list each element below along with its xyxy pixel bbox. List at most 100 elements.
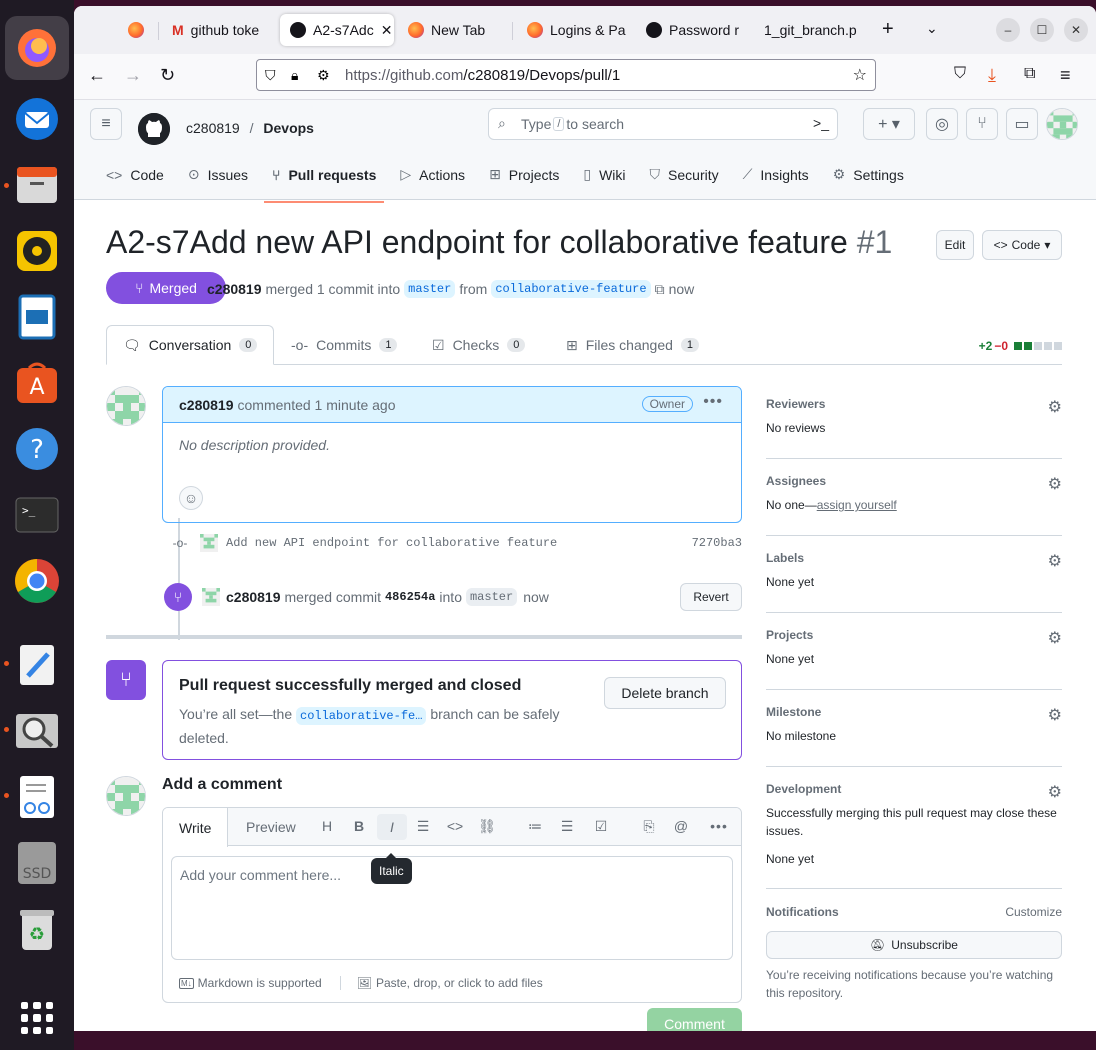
app-center-dock-icon[interactable]: A [12,358,62,408]
comment-author[interactable]: c280819 [179,397,234,413]
quote-icon[interactable]: ☰ [413,818,433,835]
gear-icon[interactable]: ⚙ [1048,628,1062,648]
unsubscribe-button[interactable]: 🔕︎ Unsubscribe [766,931,1062,959]
thunderbird-dock-icon[interactable] [12,94,62,144]
hamburger-menu-icon[interactable]: ≡ [90,108,122,140]
copy-icon[interactable]: ⧉ [655,281,665,298]
search-input[interactable]: ⌕ Type / to search >_ [488,108,838,140]
nav-insights[interactable]: ⟋ Insights [735,158,817,191]
browser-tab-4[interactable]: New Tab [398,14,510,46]
url-text[interactable]: https://github.com/c280819/Devops/pull/1 [345,67,620,84]
nav-security[interactable]: ⛉ Security [642,158,727,191]
extensions-icon[interactable]: ⧉ [1024,65,1035,83]
issues-icon[interactable]: ◎ [926,108,958,140]
gear-icon[interactable]: ⚙ [1048,551,1062,571]
help-dock-icon[interactable]: ? [12,424,62,474]
terminal-dock-icon[interactable]: >_ [12,490,62,540]
mention-icon[interactable]: @ [671,818,691,834]
firefox-dock-icon[interactable] [5,16,69,80]
author-link[interactable]: c280819 [207,281,262,297]
owner-link[interactable]: c280819 [186,120,240,136]
nav-code[interactable]: <> Code [98,158,172,191]
markdown-help-link[interactable]: M↓ Markdown is supported [179,976,341,990]
new-tab-icon[interactable]: + [882,18,894,41]
repo-link[interactable]: Devops [263,120,314,136]
submit-comment-button[interactable]: Comment [647,1008,742,1031]
create-new-dropdown[interactable]: + ▾ [863,108,915,140]
close-window-icon[interactable]: ✕ [1064,18,1088,42]
customize-link[interactable]: Customize [1005,905,1062,919]
tab-conversation[interactable]: 🗨︎ Conversation 0 [106,325,275,365]
forward-arrow-icon[interactable]: → [124,65,142,86]
browser-tab-5[interactable]: Logins & Pa [517,14,627,46]
assign-yourself-link[interactable]: assign yourself [817,498,897,512]
gear-icon[interactable]: ⚙ [1048,397,1062,417]
tab-commits[interactable]: -o- Commits 1 [291,325,398,365]
commenter-avatar[interactable] [106,386,146,426]
delete-branch-button[interactable]: Delete branch [604,677,726,709]
gear-icon[interactable]: ⚙ [1048,705,1062,725]
reload-icon[interactable]: ↻ [160,65,175,86]
rhythmbox-dock-icon[interactable] [12,226,62,276]
url-bar[interactable]: ⛉ 🔒︎ ⚙ https://github.com/c280819/Devops… [256,59,876,91]
browser-tab-2[interactable]: Mgithub toke [162,14,274,46]
head-branch[interactable]: collaborative-feature [491,280,651,298]
base-branch[interactable]: master [404,280,456,298]
add-reaction-icon[interactable]: ☺ [179,486,203,510]
trash-dock-icon[interactable]: ♻ [12,904,62,954]
browser-tab-6[interactable]: Password r [636,14,744,46]
back-arrow-icon[interactable]: ← [88,65,106,86]
lock-icon[interactable]: 🔒︎ [291,67,298,84]
tab-checks[interactable]: ☑ Checks 0 [432,325,526,365]
current-user-avatar[interactable] [106,776,146,816]
avatar[interactable] [200,534,218,552]
more-options-icon[interactable]: ••• [709,818,729,834]
shield-icon[interactable]: ⛉ [265,67,276,84]
attach-icon[interactable]: ⎘ [639,818,659,835]
ssd-drive-dock-icon[interactable]: SSD [12,838,62,888]
write-tab[interactable]: Write [163,808,229,847]
github-logo-icon[interactable] [138,113,170,145]
browser-tab-1[interactable] [118,14,158,46]
maximize-icon[interactable]: ☐ [1030,18,1054,42]
text-editor-dock-icon[interactable] [12,640,62,690]
edit-title-button[interactable]: Edit [936,230,974,260]
chrome-dock-icon[interactable] [12,556,62,606]
user-avatar[interactable] [1046,108,1078,140]
minimize-icon[interactable]: – [996,18,1020,42]
nav-pull-requests[interactable]: ⑂ Pull requests [264,158,385,203]
tab-list-chevron-icon[interactable]: ⌄ [926,20,938,37]
writer-dock-icon[interactable] [12,292,62,342]
heading-icon[interactable]: H [317,818,337,834]
unordered-list-icon[interactable]: ☰ [557,818,577,835]
kebab-menu-icon[interactable]: ••• [703,393,723,411]
italic-icon[interactable]: I [377,814,407,840]
nav-issues[interactable]: ⊙ Issues [180,158,256,191]
code-dropdown-button[interactable]: <> Code ▾ [982,230,1062,260]
preview-tab[interactable]: Preview [230,808,312,846]
comment-textarea[interactable]: Add your comment here... [171,856,733,960]
gear-icon[interactable]: ⚙ [1048,474,1062,494]
gear-icon[interactable]: ⚙ [1048,782,1062,802]
inbox-icon[interactable]: ▭ [1006,108,1038,140]
show-apps-icon[interactable] [21,1002,53,1034]
add-files-link[interactable]: 🖼︎ Paste, drop, or click to add files [357,976,543,990]
merge-author[interactable]: c280819 [226,589,281,605]
commit-sha[interactable]: 7270ba3 [692,536,742,550]
task-list-icon[interactable]: ☑ [591,818,611,835]
tab-files-changed[interactable]: ⊞ Files changed 1 [566,325,700,365]
code-icon[interactable]: <> [445,818,465,834]
bold-icon[interactable]: B [349,818,369,834]
nav-projects[interactable]: ⊞ Projects [481,158,567,191]
browser-tab-7[interactable]: 1_git_branch.p [754,14,874,46]
merge-target-branch[interactable]: master [465,588,518,606]
downloads-icon[interactable]: ⤓ [988,65,996,86]
avatar[interactable] [202,588,220,606]
close-tab-icon[interactable]: ✕ [381,22,393,39]
link-icon[interactable]: ⛓ [477,818,497,835]
bookmark-star-icon[interactable]: ☆ [853,65,867,85]
command-palette-icon[interactable]: >_ [813,115,829,131]
nav-settings[interactable]: ⚙ Settings [825,158,912,191]
nav-actions[interactable]: ▷ Actions [392,158,473,191]
permissions-icon[interactable]: ⚙ [317,67,330,84]
